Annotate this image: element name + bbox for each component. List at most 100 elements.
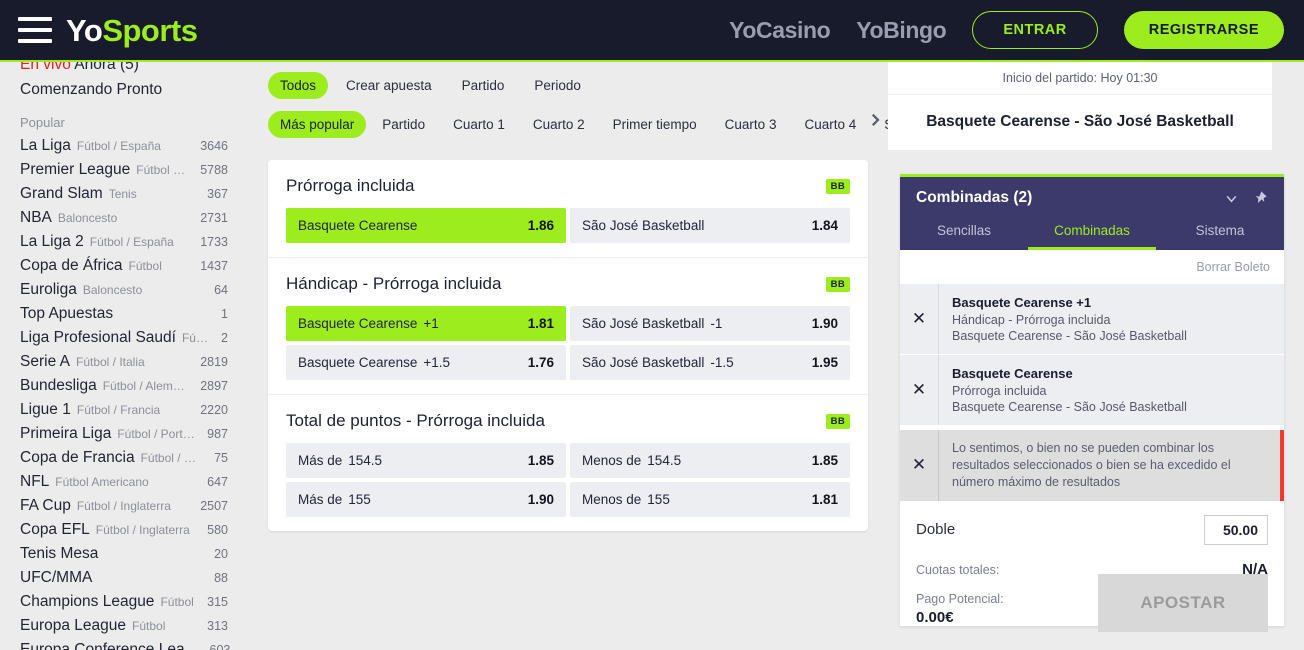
sidebar-item[interactable]: FA Cup Fútbol / Inglaterra 2507 [0, 494, 248, 518]
odds-value: 1.85 [811, 453, 838, 468]
sidebar-item[interactable]: La Liga 2 Fútbol / España 1733 [0, 230, 248, 254]
sidebar-item[interactable]: NBA Baloncesto 2731 [0, 206, 248, 230]
sidebar-item[interactable]: La Liga Fútbol / España 3646 [0, 134, 248, 158]
sidebar-item[interactable]: Euroliga Baloncesto 64 [0, 278, 248, 302]
sidebar-item-label: Serie A [20, 353, 70, 370]
filter-chip[interactable]: Periodo [522, 72, 593, 99]
outcome-name: Más de [298, 453, 343, 468]
outcome-name: Basquete Cearense [298, 218, 418, 233]
odds-button[interactable]: São José Basketball -1.5 1.95 [570, 345, 850, 380]
odds-label: Basquete Cearense +1.5 [298, 355, 450, 370]
odds-button[interactable]: São José Basketball -1 1.90 [570, 306, 850, 341]
bet-slip-tab[interactable]: Sistema [1156, 217, 1284, 250]
filter-chip[interactable]: Cuarto 1 [441, 111, 517, 138]
odds-button[interactable]: São José Basketball 1.84 [570, 208, 850, 243]
alert-message: Lo sentimos, o bien no se pueden combina… [938, 430, 1280, 501]
clear-slip-button[interactable]: Borrar Boleto [1196, 260, 1270, 274]
sidebar-item[interactable]: Primeira Liga Fútbol / Portug... 987 [0, 422, 248, 446]
sidebar-item[interactable]: Copa de África Fútbol 1437 [0, 254, 248, 278]
sidebar-item[interactable]: NFL Fútbol Americano 647 [0, 470, 248, 494]
sidebar-item-label: Copa de África [20, 257, 123, 274]
odds-button[interactable]: Más de 154.5 1.85 [286, 443, 566, 478]
yobingo-link[interactable]: YoBingo [856, 17, 946, 44]
logo-sports-text: Sports [102, 12, 198, 48]
sidebar-item-sublabel: Fútbol / Fran... [140, 451, 203, 465]
odds-button[interactable]: Basquete Cearense +1 1.81 [286, 306, 566, 341]
sidebar-item[interactable]: UFC/MMA 88 [0, 566, 248, 590]
sidebar-item[interactable]: Tenis Mesa 20 [0, 542, 248, 566]
sidebar-item[interactable]: Europa Conference Lea... 603 [0, 638, 248, 650]
site-header: YoSports YoCasino YoBingo ENTRAR REGISTR… [0, 0, 1304, 62]
site-logo[interactable]: YoSports [66, 15, 198, 46]
filter-chip[interactable]: Partido [370, 111, 437, 138]
market-type-filter-bar: Todos Crear apuesta Partido Periodo [248, 62, 888, 99]
sidebar-item-sublabel: Fútbol / España [89, 235, 174, 249]
odds-button[interactable]: Basquete Cearense +1.5 1.76 [286, 345, 566, 380]
bet-slip-tab[interactable]: Sencillas [900, 217, 1028, 250]
sidebar-item-label: Liga Profesional Saudí [20, 329, 176, 346]
sidebar-item-count: 1437 [200, 259, 228, 273]
selection-market: Hándicap - Prórroga incluida [952, 313, 1111, 327]
filter-chip[interactable]: Cuarto 4 [792, 111, 868, 138]
sidebar-item[interactable]: Copa EFL Fútbol / Inglaterra 580 [0, 518, 248, 542]
register-button[interactable]: REGISTRARSE [1123, 11, 1284, 49]
total-odds-label: Cuotas totales: [916, 562, 1000, 577]
chevron-down-icon[interactable] [1223, 190, 1240, 207]
match-title: Basquete Cearense - São José Basketball [926, 113, 1234, 130]
odds-button[interactable]: Más de 155 1.90 [286, 482, 566, 517]
bet-slip-tab[interactable]: Combinadas [1028, 217, 1156, 250]
sidebar-item-count: 3646 [200, 139, 228, 153]
filter-chip[interactable]: Primer tiempo [601, 111, 709, 138]
remove-selection-icon[interactable]: ✕ [900, 355, 938, 425]
remove-selection-icon[interactable]: ✕ [900, 284, 938, 354]
filter-chip[interactable]: Cuarto 2 [521, 111, 597, 138]
login-button[interactable]: ENTRAR [972, 11, 1098, 49]
odds-label: Basquete Cearense [298, 218, 417, 233]
sidebar-item[interactable]: Grand Slam Tenis 367 [0, 182, 248, 206]
place-bet-button[interactable]: APOSTAR [1098, 573, 1268, 632]
yocasino-link[interactable]: YoCasino [729, 17, 831, 44]
main-content: Todos Crear apuesta Partido Periodo Más pop… [248, 62, 888, 650]
hamburger-menu-icon[interactable] [18, 17, 52, 43]
sidebar-item[interactable]: Liga Profesional Saudí Fútb... 2 [0, 326, 248, 350]
sidebar-item[interactable]: Bundesliga Fútbol / Alemania 2897 [0, 374, 248, 398]
sidebar-item-starting-soon[interactable]: Comenzando Pronto [20, 81, 228, 99]
sidebar-item-count: 315 [207, 595, 228, 609]
sidebar-item[interactable]: Ligue 1 Fútbol / Francia 2220 [0, 398, 248, 422]
odds-button[interactable]: Basquete Cearense 1.86 [286, 208, 566, 243]
chevron-right-icon[interactable] [866, 110, 884, 128]
sidebar-item-label: NFL [20, 473, 50, 490]
sidebar-item-sublabel: Baloncesto [82, 283, 143, 297]
sidebar-item[interactable]: Serie A Fútbol / Italia 2819 [0, 350, 248, 374]
bet-slip-selection: ✕ Basquete Cearense +1 Hándicap - Prórroga… [900, 284, 1284, 355]
bet-builder-badge: BB [825, 276, 850, 292]
odds-button[interactable]: Menos de 155 1.81 [570, 482, 850, 517]
odds-button[interactable]: Menos de 154.5 1.85 [570, 443, 850, 478]
sidebar-item-label: Copa EFL [20, 521, 90, 538]
dismiss-alert-icon[interactable]: ✕ [900, 430, 938, 501]
filter-chip[interactable]: Crear apuesta [334, 72, 444, 99]
sidebar-item-label: La Liga 2 [20, 233, 84, 250]
sidebar-item-live-now[interactable]: En vivo Ahora (5) [20, 62, 228, 74]
filter-chip[interactable]: Más popular [268, 111, 367, 138]
filter-chip[interactable]: Todos [268, 72, 329, 99]
market-title: Hándicap - Prórroga incluida [286, 274, 502, 293]
sidebar-item[interactable]: Champions League Fútbol 315 [0, 590, 248, 614]
stake-input[interactable] [1204, 514, 1268, 545]
market-section: Prórroga incluida BB Basquete Cearense 1.86… [268, 160, 868, 258]
sidebar-item-sublabel: Fútbol / Italia [75, 355, 145, 369]
sidebar-item[interactable]: Europa League Fútbol 313 [0, 614, 248, 638]
filter-chip[interactable]: Cuarto 3 [713, 111, 789, 138]
sidebar-item[interactable]: Top Apuestas 1 [0, 302, 248, 326]
sidebar-item-label: Champions League [20, 593, 155, 610]
bet-slip-tabs: Sencillas Combinadas Sistema [900, 217, 1284, 250]
pin-icon[interactable] [1252, 190, 1268, 206]
sidebar-item[interactable]: Copa de Francia Fútbol / Fran... 75 [0, 446, 248, 470]
sidebar-item-sublabel: Fútbol / Alemania [102, 379, 189, 393]
filter-chip[interactable]: Partido [450, 72, 517, 99]
sidebar-item[interactable]: Premier League Fútbol / In... 5788 [0, 158, 248, 182]
sidebar-item-label: La Liga [20, 137, 71, 154]
market-section: Total de puntos - Prórroga incluida BB Más… [268, 395, 868, 531]
sidebar-item-count: 20 [214, 547, 228, 561]
app-root: YoSports YoCasino YoBingo ENTRAR REGISTR… [0, 0, 1304, 650]
